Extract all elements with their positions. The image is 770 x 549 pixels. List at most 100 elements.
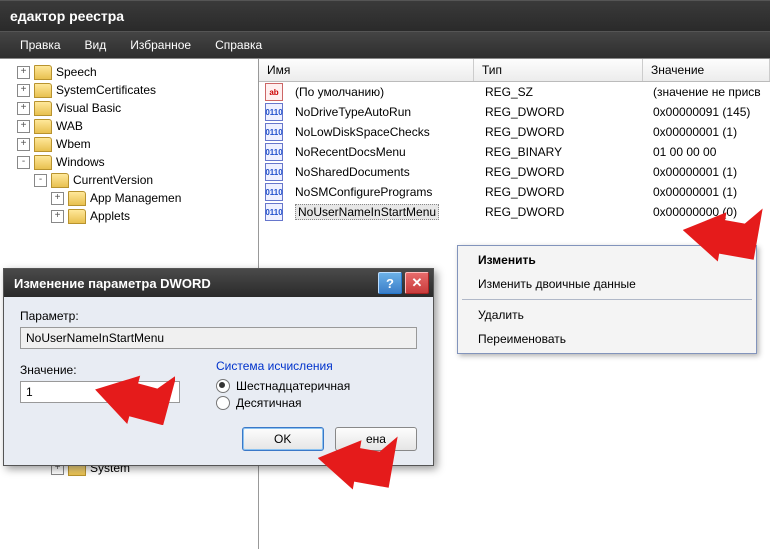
radio-hex-icon [216,379,230,393]
dialog-titlebar[interactable]: Изменение параметра DWORD ? ✕ [4,269,433,297]
cell-type: REG_DWORD [477,124,645,140]
menu-help[interactable]: Справка [203,32,274,58]
expand-icon[interactable]: + [17,66,30,79]
tree-item[interactable]: + SystemCertificates [0,81,258,99]
menu-view[interactable]: Вид [73,32,119,58]
dialog-close-button[interactable]: ✕ [405,272,429,294]
header-type[interactable]: Тип [474,59,643,81]
radix-title: Система исчисления [216,359,416,373]
radio-dec-icon [216,396,230,410]
menubar: Правка Вид Избранное Справка [0,31,770,58]
list-header: Имя Тип Значение [259,59,770,82]
folder-icon [34,119,52,134]
window-title: едактор реестра [10,8,124,24]
dialog-help-button[interactable]: ? [378,272,402,294]
annotation-arrow-icon [318,430,398,490]
annotation-arrow-icon [683,202,763,262]
tree-item-label: Applets [90,209,130,223]
table-row[interactable]: 0110NoDriveTypeAutoRunREG_DWORD0x0000009… [259,102,770,122]
expand-icon[interactable]: + [17,120,30,133]
expand-icon[interactable]: + [17,102,30,115]
table-row[interactable]: ab (По умолчанию) REG_SZ(значение не присв [259,82,770,102]
radix-dec-row[interactable]: Десятичная [216,396,416,410]
table-row[interactable]: 0110 NoSharedDocuments REG_DWORD0x00000001… [259,162,770,182]
tree-item[interactable]: + WAB [0,117,258,135]
reg-binary-icon: 0110 [265,163,283,181]
tree-item[interactable]: - CurrentVersion [0,171,258,189]
cell-type: REG_SZ [477,84,645,100]
folder-icon [34,65,52,80]
cell-value: (значение не присв [645,84,770,100]
tree-item-label: Wbem [56,137,91,151]
ok-button[interactable]: OK [242,427,324,451]
tree-item[interactable]: + Applets [0,207,258,225]
tree-item-label: Windows [56,155,105,169]
reg-binary-icon: 0110 [265,143,283,161]
cell-type: REG_DWORD [477,204,645,220]
tree-item-label: SystemCertificates [56,83,156,97]
cell-name: NoLowDiskSpaceChecks [295,125,430,139]
cell-type: REG_BINARY [477,144,645,160]
cell-name: NoDriveTypeAutoRun [295,105,411,119]
expand-icon[interactable]: + [17,84,30,97]
reg-binary-icon: 0110 [265,123,283,141]
cell-type: REG_DWORD [477,184,645,200]
expand-icon[interactable]: + [51,192,64,205]
radix-group: Система исчисления Шестнадцатеричная Дес… [216,359,416,413]
folder-icon [68,209,86,224]
header-value[interactable]: Значение [643,59,770,81]
tree-item[interactable]: + Wbem [0,135,258,153]
tree-item[interactable]: + Visual Basic [0,99,258,117]
reg-binary-icon: 0110 [265,103,283,121]
radix-dec-label: Десятичная [236,396,302,410]
tree-item-label: Visual Basic [56,101,121,115]
folder-icon [68,191,86,206]
table-row[interactable]: 0110NoSMConfigureProgramsREG_DWORD0x0000… [259,182,770,202]
table-row[interactable]: 0110 NoRecentDocsMenu REG_BINARY01 00 00 0… [259,142,770,162]
tree-item-label: WAB [56,119,83,133]
header-name[interactable]: Имя [259,59,474,81]
tree-item-label: App Managemen [90,191,181,205]
radix-hex-label: Шестнадцатеричная [236,379,350,393]
list-body: ab (По умолчанию) REG_SZ(значение не присв… [259,82,770,222]
menu-item-delete[interactable]: Удалить [460,303,754,327]
cell-type: REG_DWORD [477,164,645,180]
cell-type: REG_DWORD [477,104,645,120]
cell-name: NoSharedDocuments [295,165,410,179]
cell-value: 0x00000001 (1) [645,124,770,140]
tree-item[interactable]: + Speech [0,63,258,81]
reg-binary-icon: 0110 [265,183,283,201]
cell-name: NoSMConfigurePrograms [295,185,432,199]
folder-icon [34,155,52,170]
menu-item-rename[interactable]: Переименовать [460,327,754,351]
cell-name: NoRecentDocsMenu [295,145,406,159]
tree-item[interactable]: - Windows [0,153,258,171]
dialog-title: Изменение параметра DWORD [14,276,375,291]
cell-value: 0x00000001 (1) [645,164,770,180]
tree-item[interactable]: + App Managemen [0,189,258,207]
reg-binary-icon: 0110 [265,203,283,221]
cell-name: NoUserNameInStartMenu [295,204,439,220]
param-label: Параметр: [20,309,417,323]
menu-favorites[interactable]: Избранное [118,32,203,58]
menu-separator [462,299,752,300]
expand-icon[interactable]: + [17,138,30,151]
radix-hex-row[interactable]: Шестнадцатеричная [216,379,416,393]
menu-item-modify-binary[interactable]: Изменить двоичные данные [460,272,754,296]
folder-icon [34,101,52,116]
collapse-icon[interactable]: - [17,156,30,169]
folder-icon [34,137,52,152]
cell-value: 01 00 00 00 [645,144,770,160]
window-titlebar: едактор реестра [0,0,770,31]
expand-icon[interactable]: + [51,210,64,223]
folder-icon [51,173,69,188]
tree-item-label: Speech [56,65,97,79]
reg-sz-icon: ab [265,83,283,101]
annotation-arrow-icon [95,365,175,425]
cell-name: (По умолчанию) [295,85,384,99]
collapse-icon[interactable]: - [34,174,47,187]
param-field [20,327,417,349]
tree-item-label: CurrentVersion [73,173,153,187]
menu-edit[interactable]: Правка [8,32,73,58]
table-row[interactable]: 0110 NoLowDiskSpaceChecks REG_DWORD0x00000… [259,122,770,142]
